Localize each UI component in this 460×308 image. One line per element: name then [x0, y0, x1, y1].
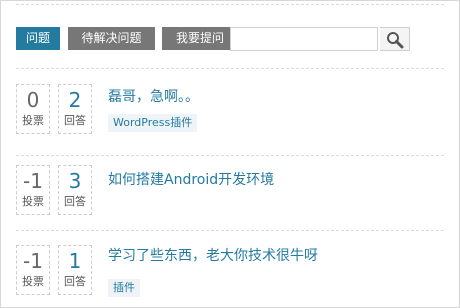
search-icon — [387, 32, 404, 49]
answers-count: 1 — [68, 249, 82, 273]
search-input[interactable] — [230, 27, 378, 51]
search-button[interactable] — [380, 27, 410, 51]
answers-label: 回答 — [64, 195, 86, 208]
divider — [16, 68, 444, 69]
votes-label: 投票 — [22, 195, 44, 208]
divider — [16, 4, 444, 5]
votes-box: -1 投票 — [16, 245, 50, 295]
votes-count: 0 — [26, 88, 40, 112]
votes-label: 投票 — [22, 114, 44, 127]
votes-box: 0 投票 — [16, 84, 50, 134]
nav-questions-button[interactable]: 问题 — [16, 27, 60, 50]
question-title-link[interactable]: 学习了些东西，老大你技术很牛呀 — [108, 245, 318, 265]
nav-ask-button[interactable]: 我要提问 — [162, 27, 238, 50]
question-item: 0 投票 2 回答 磊哥，急啊。。 WordPress插件 — [16, 84, 444, 140]
question-title-link[interactable]: 如何搭建Android开发环境 — [108, 169, 274, 189]
divider — [16, 230, 444, 231]
votes-box: -1 投票 — [16, 165, 50, 215]
answers-box: 1 回答 — [58, 245, 92, 295]
answers-box: 2 回答 — [58, 84, 92, 134]
question-item: -1 投票 3 回答 如何搭建Android开发环境 — [16, 165, 444, 221]
answers-label: 回答 — [64, 275, 86, 288]
question-item: -1 投票 1 回答 学习了些东西，老大你技术很牛呀 插件 — [16, 245, 444, 301]
votes-label: 投票 — [22, 275, 44, 288]
question-tag[interactable]: WordPress插件 — [108, 114, 198, 132]
question-tag[interactable]: 插件 — [108, 279, 140, 297]
answers-label: 回答 — [64, 114, 86, 127]
nav-unresolved-button[interactable]: 待解决问题 — [68, 27, 155, 50]
divider — [16, 155, 444, 156]
answers-count: 2 — [68, 88, 82, 112]
votes-count: -1 — [23, 169, 43, 193]
answers-count: 3 — [68, 169, 82, 193]
question-title-link[interactable]: 磊哥，急啊。。 — [108, 86, 199, 106]
answers-box: 3 回答 — [58, 165, 92, 215]
votes-count: -1 — [23, 249, 43, 273]
